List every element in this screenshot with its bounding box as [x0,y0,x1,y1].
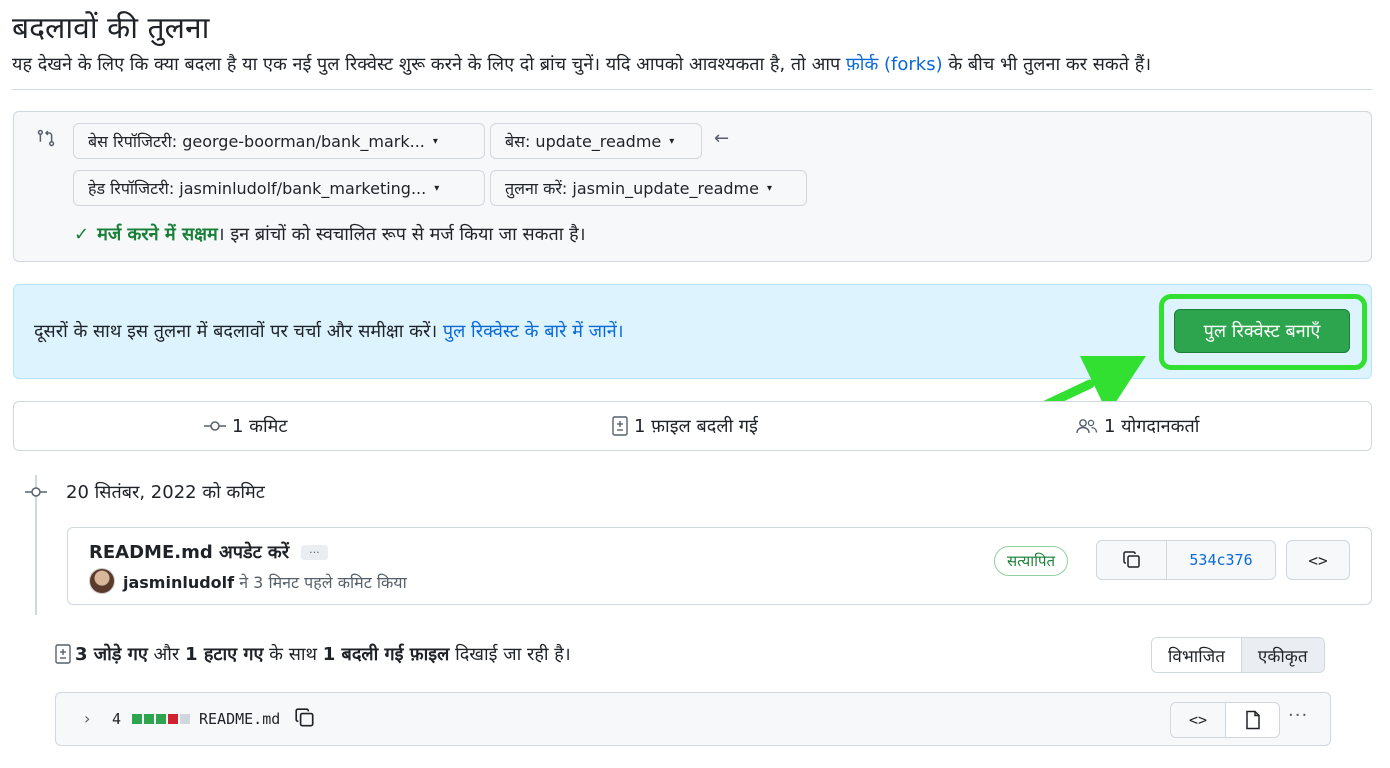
browse-repo-button[interactable]: <> [1286,540,1350,580]
deletions-count: 1 हटाए गए [185,644,264,665]
file-view-buttons: <> [1170,702,1280,738]
merge-able-label: मर्ज करने में सक्षम [97,224,218,245]
diffstat-bar [132,714,190,724]
chevron-down-icon: ▾ [766,182,773,194]
expand-message-button[interactable]: ··· [301,544,328,560]
file-header: › 4 README.md <> ··· [55,692,1331,746]
changed-files-count: 1 बदली गई फ़ाइल [322,644,450,665]
split-view-button[interactable]: विभाजित [1152,638,1241,672]
commits-tab[interactable]: 1 कमिट [204,414,288,438]
compare-branch-label: तुलना करें: jasmin_update_readme [505,179,759,198]
chevron-right-icon[interactable]: › [84,709,90,728]
merge-status-text: । इन ब्रांचों को स्वचालित रूप से मर्ज कि… [217,224,586,245]
diffstat-neutral [180,714,190,724]
files-changed-count: 1 फ़ाइल बदली गई [634,416,758,437]
summary-with: के साथ [263,644,323,665]
file-icon [1245,710,1260,730]
commit-icon [204,419,226,433]
diffstat-added [132,714,142,724]
diffstat-removed [168,714,178,724]
view-source-button[interactable]: <> [1171,703,1225,737]
base-branch-select[interactable]: बेस: update_readme ▾ [490,123,702,159]
commits-count: 1 कमिट [232,416,288,437]
merge-status: ✓ मर्ज करने में सक्षम । इन ब्रांचों को स्व… [74,222,586,246]
check-icon: ✓ [74,223,90,245]
author-link[interactable]: jasminludolf [123,573,234,592]
commit-title-link[interactable]: README.md अपडेट करें [89,540,289,564]
view-rich-button[interactable] [1225,703,1279,737]
diffstat-added [156,714,166,724]
file-diff-icon [55,644,71,664]
description-text-2: के बीच भी तुलना कर सकते हैं। [942,54,1152,75]
base-branch-label: बेस: update_readme [505,132,662,151]
range-editor: बेस रिपॉजिटरी: george-boorman/bank_mark.… [13,111,1372,262]
diffstat-added [144,714,154,724]
description-text-1: यह देखने के लिए कि क्या बदला है या एक नई… [12,54,846,75]
chevron-down-icon: ▾ [669,135,675,147]
kebab-horizontal-icon[interactable]: ··· [1288,705,1308,726]
commit-title-wrap: README.md अपडेट करें ··· [89,540,328,564]
page-title: बदलावों की तुलना [12,11,210,46]
chevron-down-icon: ▾ [432,135,438,147]
divider [12,89,1372,90]
commit-sha-link[interactable]: 534c376 [1167,541,1275,579]
head-repository-select[interactable]: हेड रिपॉजिटरी: jasminludolf/bank_marketi… [73,170,485,206]
files-changed-tab[interactable]: 1 फ़ाइल बदली गई [612,414,758,438]
create-pull-request-button[interactable]: पुल रिक्वेस्ट बनाएँ [1174,309,1350,353]
compare-stats: 1 कमिट 1 फ़ाइल बदली गई 1 योगदानकर्ता [13,401,1372,451]
page-description: यह देखने के लिए कि क्या बदला है या एक नई… [12,52,1151,76]
verified-badge[interactable]: सत्यापित [994,546,1069,576]
file-change-count: 4 [112,710,122,728]
contributors-tab[interactable]: 1 योगदानकर्ता [1076,414,1199,438]
head-repository-label: हेड रिपॉजिटरी: jasminludolf/bank_marketi… [88,179,427,198]
pr-info-banner: दूसरों के साथ इस तुलना में बदलावों पर चर… [13,284,1372,379]
info-text: दूसरों के साथ इस तुलना में बदलावों पर चर… [34,319,624,343]
commit-time: ने 3 मिनट पहले कमिट किया [234,573,407,592]
commit-author-line: jasminludolf ने 3 मिनट पहले कमिट किया [123,571,407,593]
summary-and: और [147,644,186,665]
diff-summary: 3 जोड़े गए और 1 हटाए गए के साथ 1 बदली गई… [55,642,571,666]
copy-sha-button[interactable] [1097,541,1167,579]
compare-branch-select[interactable]: तुलना करें: jasmin_update_readme ▾ [490,170,807,206]
forks-link[interactable]: फ़ोर्क (forks) [846,54,943,75]
summary-showing: दिखाई जा रही है। [449,644,571,665]
commit-icon [25,487,47,497]
base-repository-label: बेस रिपॉजिटरी: george-boorman/bank_mark.… [88,132,425,151]
unified-view-button[interactable]: एकीकृत [1240,638,1324,672]
base-repository-select[interactable]: बेस रिपॉजिटरी: george-boorman/bank_mark.… [73,123,485,159]
compare-icon [37,129,55,147]
avatar[interactable] [89,568,115,594]
arrow-left-icon: ← [714,128,730,149]
additions-count: 3 जोड़े गए [75,644,148,665]
commit-group-date: 20 सितंबर, 2022 को कमिट [66,482,265,503]
file-diff-icon [612,416,628,436]
copy-icon [1122,551,1140,568]
copy-icon[interactable] [294,707,316,729]
diff-view-toggle: विभाजित एकीकृत [1151,637,1325,673]
info-message: दूसरों के साथ इस तुलना में बदलावों पर चर… [34,321,443,342]
people-icon [1076,418,1098,434]
commit-row: README.md अपडेट करें ··· jasminludolf ने… [67,527,1372,605]
learn-pr-link[interactable]: पुल रिक्वेस्ट के बारे में जानें। [443,321,624,342]
file-name-link[interactable]: README.md [199,710,280,728]
chevron-down-icon: ▾ [434,182,440,194]
commit-actions: 534c376 [1096,540,1276,580]
contributors-count: 1 योगदानकर्ता [1104,416,1200,437]
